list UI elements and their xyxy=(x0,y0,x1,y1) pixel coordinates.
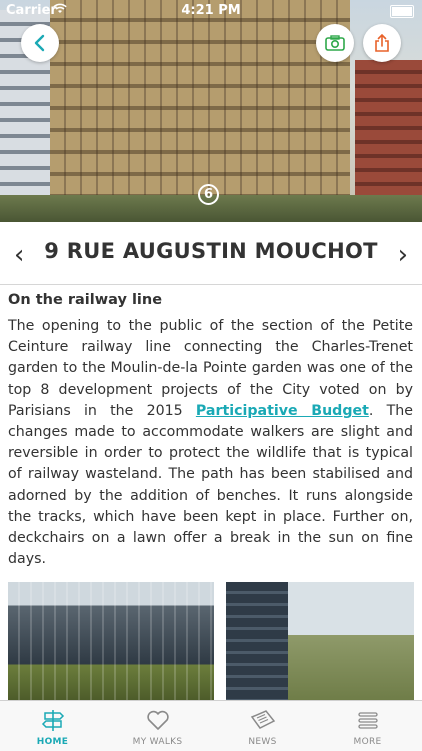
gallery-photo-1[interactable] xyxy=(8,582,214,700)
next-stop-button[interactable]: › xyxy=(398,240,408,270)
menu-icon xyxy=(315,707,420,733)
participative-budget-link[interactable]: Participative Budget xyxy=(196,403,369,419)
camera-button[interactable] xyxy=(316,24,354,62)
tab-home[interactable]: HOME xyxy=(0,701,105,751)
heart-icon xyxy=(105,707,210,733)
tab-my-walks[interactable]: MY WALKS xyxy=(105,701,210,751)
stop-header: ‹ 9 RUE AUGUSTIN MOUCHOT › xyxy=(0,222,422,285)
tab-my-walks-label: MY WALKS xyxy=(132,737,183,747)
tab-more-label: MORE xyxy=(353,737,382,747)
tab-home-label: HOME xyxy=(36,737,69,747)
section-body: The opening to the public of the section… xyxy=(8,316,413,570)
tab-bar: HOME MY WALKS NEWS MORE xyxy=(0,700,422,751)
body-text-end: . The changes made to accommodate walker… xyxy=(8,402,413,568)
section-subtitle: On the railway line xyxy=(8,292,163,308)
status-bar: Carrier 4:21 PM xyxy=(0,0,422,22)
signpost-icon xyxy=(0,707,105,733)
gallery-photo-2[interactable] xyxy=(226,582,414,700)
stop-description: On the railway line The opening to the p… xyxy=(8,292,413,570)
back-button[interactable] xyxy=(21,24,59,62)
battery-icon xyxy=(390,5,414,18)
previous-stop-button[interactable]: ‹ xyxy=(14,240,24,270)
chevron-left-icon xyxy=(34,34,45,52)
share-icon xyxy=(375,34,389,52)
tab-news[interactable]: NEWS xyxy=(210,701,315,751)
stop-title: 9 RUE AUGUSTIN MOUCHOT xyxy=(44,239,378,263)
camera-icon xyxy=(325,35,345,51)
tab-more[interactable]: MORE xyxy=(315,701,420,751)
clock: 4:21 PM xyxy=(181,3,241,18)
newspaper-icon xyxy=(210,707,315,733)
step-number-badge: 6 xyxy=(198,184,219,205)
building-main xyxy=(50,0,350,210)
share-button[interactable] xyxy=(363,24,401,62)
tab-news-label: NEWS xyxy=(248,737,277,747)
